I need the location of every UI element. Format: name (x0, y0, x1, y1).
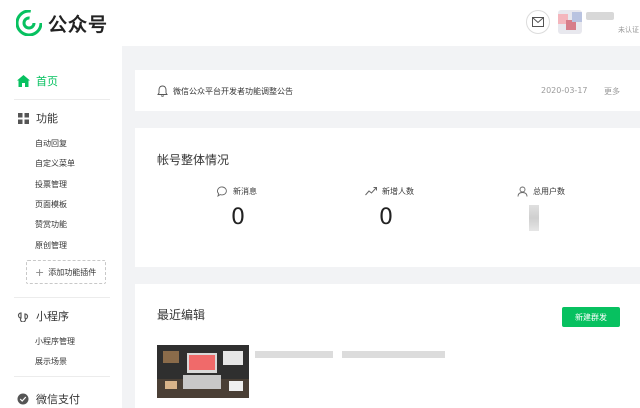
wechat-pay-icon (16, 392, 30, 406)
mail-button[interactable] (526, 10, 550, 34)
trend-icon (365, 187, 377, 196)
stat-label: 总用户数 (533, 186, 565, 196)
message-icon (217, 186, 227, 197)
wechat-official-logo-icon[interactable] (16, 10, 42, 36)
avatar[interactable] (558, 10, 582, 34)
new-broadcast-button[interactable]: 新建群发 (562, 307, 620, 327)
stat-new-messages[interactable]: 新消息 0 (217, 185, 307, 230)
recent-title: 最近编辑 (157, 308, 206, 322)
add-plugin-label: 添加功能插件 (48, 267, 97, 277)
home-icon (16, 74, 30, 88)
sidebar-item-page-template[interactable]: 页面模板 (35, 199, 67, 210)
mini-program-icon (16, 309, 30, 323)
sidebar-home-label: 首页 (36, 75, 58, 88)
divider (14, 99, 110, 100)
sidebar-item-auto-reply[interactable]: 自动回复 (35, 138, 67, 149)
sidebar-item-home[interactable]: 首页 (16, 72, 58, 90)
sidebar-item-functions[interactable]: 功能 (16, 109, 58, 127)
sidebar-item-vote[interactable]: 投票管理 (35, 179, 67, 190)
sidebar-item-reward[interactable]: 赞赏功能 (35, 219, 67, 230)
bell-icon (157, 85, 168, 97)
divider (14, 297, 110, 298)
brand-title: 公众号 (48, 14, 109, 36)
account-name[interactable] (586, 12, 614, 20)
user-icon (517, 186, 528, 197)
mail-icon (532, 17, 544, 27)
sidebar-item-custom-menu[interactable]: 自定义菜单 (35, 158, 75, 169)
grid-icon (16, 111, 30, 125)
article-thumbnail[interactable] (157, 345, 249, 398)
stat-value-redacted (529, 205, 539, 231)
sidebar-item-wechat-pay[interactable]: 微信支付 (16, 390, 80, 408)
stat-total-users[interactable]: 总用户数 (517, 185, 607, 231)
sidebar-item-mini-program-manage[interactable]: 小程序管理 (35, 336, 75, 347)
overview-title: 帐号整体情况 (157, 153, 230, 167)
account-overview-panel: 帐号整体情况 新消息 0 新增人数 0 总用户数 (135, 128, 640, 267)
plus-icon: + (35, 265, 45, 279)
sidebar-item-original[interactable]: 原创管理 (35, 240, 67, 251)
recent-edits-panel: 最近编辑 新建群发 (135, 284, 640, 408)
stat-value: 0 (231, 205, 245, 230)
divider (14, 376, 110, 377)
verify-status: 未认证 (618, 26, 639, 34)
sidebar: 首页 功能 自动回复 自定义菜单 投票管理 页面模板 赞赏功能 原创管理 + 添… (0, 46, 122, 408)
notice-date: 2020-03-17 (541, 86, 588, 95)
sidebar-item-display-scene[interactable]: 展示场景 (35, 356, 67, 367)
top-header: 公众号 未认证 (0, 0, 640, 46)
stat-new-followers[interactable]: 新增人数 0 (365, 185, 455, 230)
stat-value: 0 (379, 205, 393, 230)
notice-more-link[interactable]: 更多 (604, 86, 620, 97)
sidebar-mini-program-label: 小程序 (36, 310, 69, 323)
article-title-redacted (255, 351, 333, 358)
article-meta-redacted (342, 351, 445, 358)
sidebar-wechat-pay-label: 微信支付 (36, 393, 80, 406)
notice-link[interactable]: 微信公众平台开发者功能调整公告 (173, 86, 293, 97)
add-plugin-button[interactable]: + 添加功能插件 (26, 260, 106, 284)
sidebar-item-mini-program[interactable]: 小程序 (16, 307, 69, 325)
stat-label: 新增人数 (382, 186, 414, 196)
stat-label: 新消息 (233, 186, 257, 196)
sidebar-functions-label: 功能 (36, 112, 58, 125)
notice-bar: 微信公众平台开发者功能调整公告 2020-03-17 更多 (135, 70, 640, 111)
